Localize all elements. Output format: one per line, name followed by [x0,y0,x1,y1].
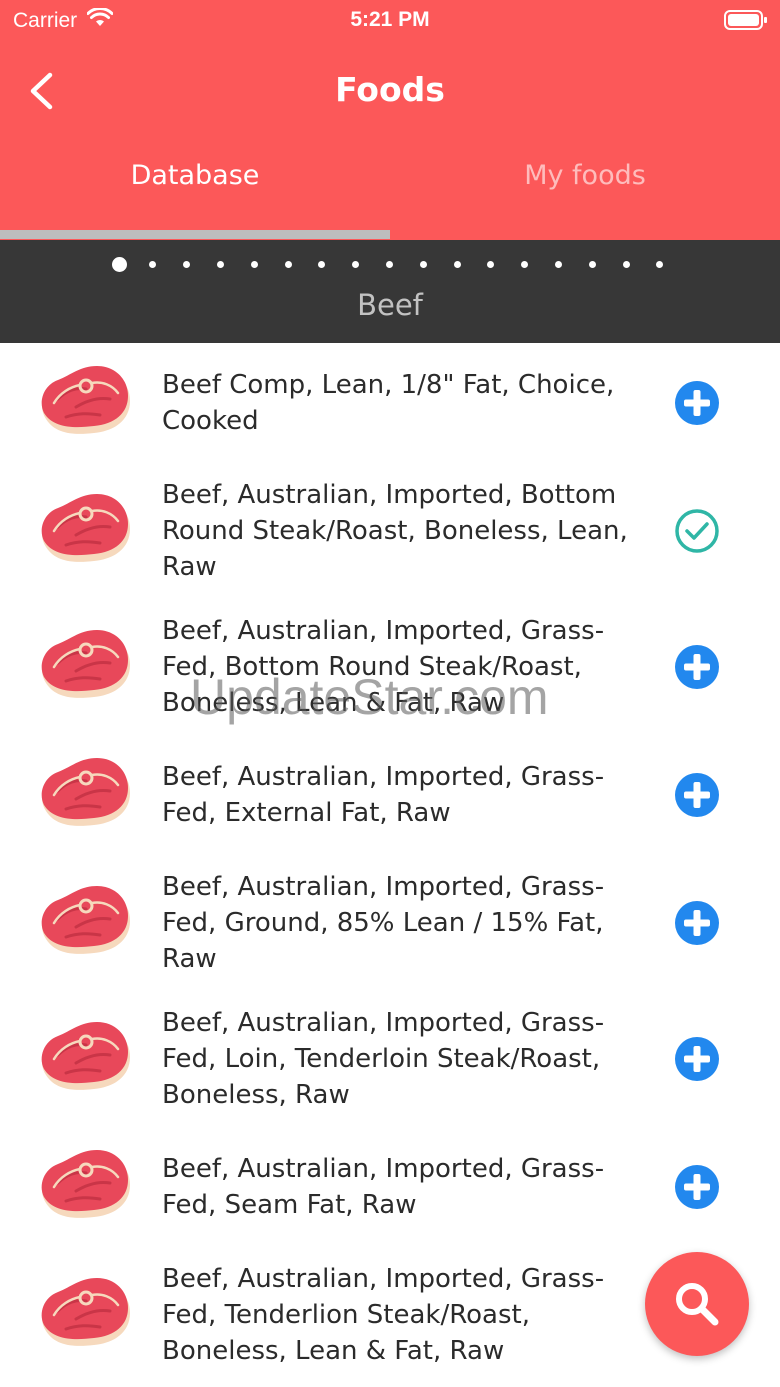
page-dot[interactable] [453,261,461,268]
steak-icon [36,1019,132,1103]
add-icon[interactable] [674,644,720,694]
page-dot[interactable] [318,261,326,268]
page-dot[interactable] [385,261,393,268]
page-dot[interactable] [419,261,427,268]
app-header: Carrier 5:21 PM Foods Database My foods [0,0,780,240]
food-list-item[interactable]: Beef, Australian, Imported, Grass-Fed, L… [0,991,780,1127]
food-list-item[interactable]: Beef, Australian, Imported, Grass-Fed, S… [0,1127,780,1247]
page-dot[interactable] [216,261,224,268]
food-name: Beef, Australian, Imported, Grass-Fed, G… [162,872,605,974]
status-bar: Carrier 5:21 PM [0,0,780,40]
add-icon[interactable] [674,772,720,822]
add-icon[interactable] [674,380,720,430]
food-list-item[interactable]: Beef Comp, Lean, 1/8" Fat, Choice, Cooke… [0,343,780,463]
page-dot[interactable] [250,261,258,268]
page-dot[interactable] [588,261,596,268]
food-list-item[interactable]: Beef, Australian, Imported, Grass-Fed, B… [0,599,780,735]
page-dot[interactable] [521,261,529,268]
tab-my-foods[interactable]: My foods [390,160,780,191]
page-dot[interactable] [622,261,630,268]
food-name: Beef, Australian, Imported, Grass-Fed, L… [162,1008,605,1110]
food-name: Beef, Australian, Imported, Grass-Fed, S… [162,1154,605,1220]
steak-icon [36,1275,132,1359]
page-dot[interactable] [149,261,157,268]
page-dot[interactable] [183,261,191,268]
tab-database[interactable]: Database [0,160,390,191]
page-dot[interactable] [656,261,664,268]
food-name: Beef Comp, Lean, 1/8" Fat, Choice, Cooke… [162,370,615,436]
add-icon[interactable] [674,1036,720,1086]
category-label: Beef [357,288,423,322]
page-dot[interactable] [352,261,360,268]
page-dot[interactable] [487,261,495,268]
page-title: Foods [335,70,445,109]
steak-icon [36,363,132,447]
steak-icon [36,755,132,839]
food-name: Beef, Australian, Imported, Grass-Fed, T… [162,1264,605,1366]
page-dot[interactable] [554,261,562,268]
food-list-item[interactable]: Beef, Australian, Imported, Grass-Fed, G… [0,855,780,991]
steak-icon [36,1147,132,1231]
page-dot[interactable] [111,257,127,272]
steak-icon [36,883,132,967]
search-button[interactable] [645,1252,749,1356]
food-name: Beef, Australian, Imported, Grass-Fed, B… [162,616,605,718]
check-icon[interactable] [674,508,720,558]
add-icon[interactable] [674,900,720,950]
steak-icon [36,491,132,575]
navigation-bar: Foods [0,60,780,120]
food-list-item[interactable]: Beef, Australian, Imported, Bottom Round… [0,463,780,599]
page-dots [0,256,780,274]
page-dot[interactable] [284,261,292,268]
tab-indicator [0,230,390,239]
status-time: 5:21 PM [350,8,430,31]
battery-icon [724,10,768,34]
tab-bar: Database My foods [0,160,780,216]
food-list-item[interactable]: Beef, Australian, Imported, Grass-Fed, E… [0,735,780,855]
food-name: Beef, Australian, Imported, Grass-Fed, E… [162,762,605,828]
add-icon[interactable] [674,1164,720,1214]
steak-icon [36,627,132,711]
category-pager[interactable]: Beef [0,240,780,343]
food-name: Beef, Australian, Imported, Bottom Round… [162,480,628,582]
search-icon [676,1283,719,1326]
